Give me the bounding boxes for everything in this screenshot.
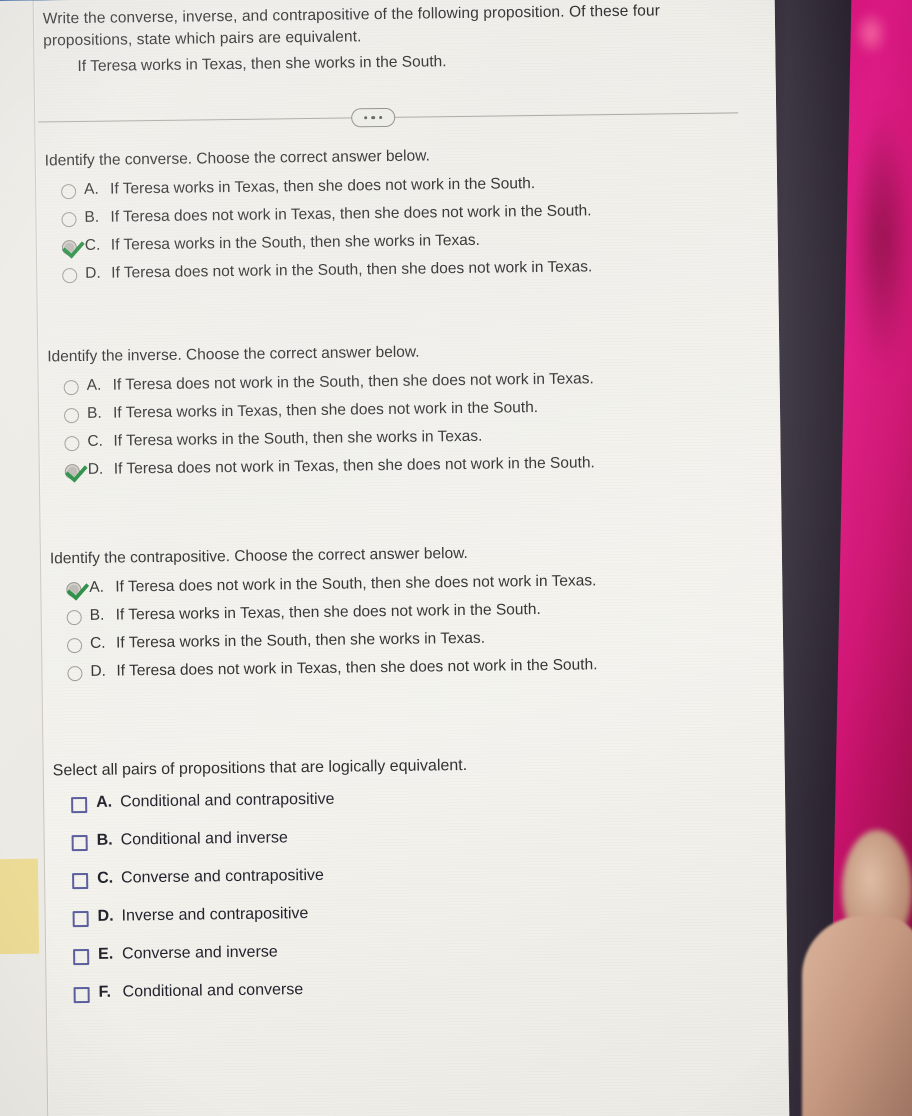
- ellipsis-dot: [378, 115, 383, 120]
- section-divider: [38, 101, 739, 134]
- ellipsis-dot: [364, 116, 368, 120]
- option-text: If Teresa works in the South, then she w…: [115, 629, 486, 652]
- option-text: Converse and inverse: [122, 943, 278, 963]
- option-letter: A.: [86, 376, 102, 394]
- radio-icon[interactable]: [64, 436, 80, 452]
- equivalent-pairs-section: Select all pairs of propositions that ar…: [53, 753, 756, 1022]
- radio-icon-selected[interactable]: [64, 464, 80, 480]
- option-text: If Teresa does not work in the South, th…: [112, 370, 594, 394]
- radio-icon-selected[interactable]: [61, 240, 77, 256]
- option-text: If Teresa does not work in the South, th…: [115, 572, 597, 596]
- option-letter: C.: [97, 869, 114, 887]
- checkbox-icon[interactable]: [72, 872, 89, 890]
- checkbox-icon[interactable]: [71, 796, 88, 814]
- checklist-title: Select all pairs of propositions that ar…: [52, 756, 468, 780]
- radio-icon[interactable]: [63, 380, 79, 396]
- option-letter: B.: [96, 831, 113, 849]
- rail-highlight: [0, 858, 40, 955]
- proposition-statement: If Teresa works in Texas, then she works…: [77, 53, 447, 76]
- option-text: Conditional and inverse: [120, 829, 288, 849]
- option-text: Converse and contrapositive: [121, 866, 325, 887]
- question-title: Identify the converse. Choose the correc…: [44, 147, 430, 170]
- question-title: Identify the contrapositive. Choose the …: [49, 544, 468, 568]
- option-text: If Teresa works in the South, then she w…: [110, 231, 480, 254]
- option-letter: C.: [89, 634, 106, 652]
- checkbox-icon[interactable]: [73, 986, 90, 1004]
- backdrop-glow: [854, 10, 888, 56]
- option-letter: A.: [96, 793, 113, 811]
- checkbox-icon[interactable]: [72, 910, 89, 928]
- option-text: If Teresa works in the South, then she w…: [113, 427, 483, 450]
- question-inverse: Identify the inverse. Choose the correct…: [47, 339, 749, 489]
- backdrop-glow-secondary: [852, 110, 912, 370]
- radio-icon[interactable]: [67, 665, 83, 682]
- option-text: Conditional and converse: [122, 981, 304, 1001]
- radio-icon[interactable]: [66, 610, 82, 626]
- option-letter: C.: [84, 236, 101, 254]
- exercise-intro: Write the converse, inverse, and contrap…: [42, 2, 661, 50]
- screen-content: Write the converse, inverse, and contrap…: [0, 0, 790, 1116]
- worksheet: Write the converse, inverse, and contrap…: [34, 0, 790, 1116]
- question-contrapositive: Identify the contrapositive. Choose the …: [50, 541, 752, 691]
- photo-of-screen: Write the converse, inverse, and contrap…: [0, 0, 912, 1116]
- option-letter: B.: [86, 404, 102, 422]
- radio-icon[interactable]: [61, 212, 77, 228]
- checkbox-option[interactable]: F. Conditional and converse: [56, 975, 756, 1022]
- option-letter: C.: [87, 432, 104, 450]
- finger: [802, 916, 912, 1116]
- question-converse: Identify the converse. Choose the correc…: [45, 143, 747, 293]
- option-text: If Teresa works in Texas, then she does …: [109, 175, 536, 198]
- radio-icon[interactable]: [63, 408, 80, 424]
- option-letter: B.: [84, 208, 100, 226]
- question-title: Identify the inverse. Choose the correct…: [47, 343, 420, 366]
- radio-icon[interactable]: [62, 268, 78, 284]
- ellipsis-dot: [371, 115, 375, 120]
- option-letter: D.: [87, 460, 104, 478]
- option-letter: E.: [98, 945, 114, 963]
- back-arrow-icon[interactable]: [0, 27, 5, 57]
- option-letter: A.: [83, 180, 99, 198]
- option-letter: D.: [97, 907, 114, 925]
- option-letter: F.: [98, 983, 112, 1001]
- radio-icon[interactable]: [66, 637, 83, 654]
- option-text: Conditional and contrapositive: [120, 790, 335, 811]
- radio-icon-selected[interactable]: [66, 582, 82, 598]
- option-text: Inverse and contrapositive: [121, 905, 309, 925]
- checkbox-icon[interactable]: [71, 834, 88, 852]
- option-letter: A.: [89, 578, 105, 596]
- checkbox-icon[interactable]: [73, 948, 90, 966]
- ellipsis-icon[interactable]: [351, 107, 396, 128]
- radio-icon[interactable]: [61, 184, 77, 200]
- option-letter: B.: [89, 606, 105, 624]
- option-letter: D.: [85, 264, 101, 282]
- option-letter: D.: [90, 662, 107, 680]
